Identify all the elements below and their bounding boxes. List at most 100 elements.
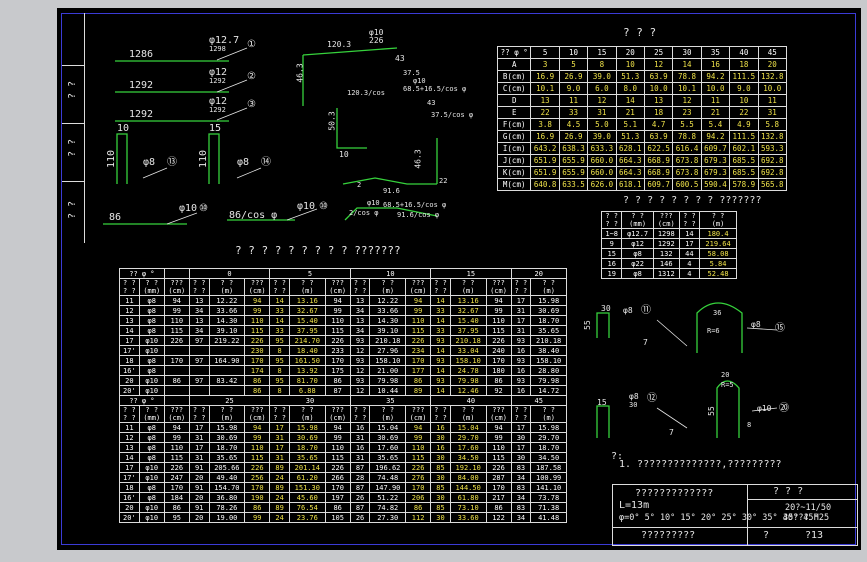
table-cell: 99 (405, 432, 432, 443)
table-cell: 132.8 (757, 70, 788, 83)
table-cell: 110 (485, 315, 512, 326)
table-cell: 95 (269, 375, 290, 386)
table-cell: 33 (269, 305, 290, 316)
table-cell: 61.80 (449, 492, 487, 503)
table-cell: C(cm) (496, 82, 532, 95)
table-cell: 158.10 (449, 355, 487, 366)
table-cell: 105 (324, 512, 351, 523)
circle-3: ③ (247, 99, 256, 110)
top-table-header-cell: 10 (558, 46, 589, 59)
table-cell: 196.62 (369, 462, 407, 473)
dim-frame-375cos: 37.5/cos φ (431, 111, 474, 119)
table-cell: φ8 (138, 422, 165, 433)
table-cell (208, 365, 246, 376)
table-cell: 679.3 (700, 166, 731, 179)
table-cell: 39.10 (369, 325, 407, 336)
table-cell: 17' (119, 345, 140, 356)
table-cell: 3 (530, 58, 560, 71)
r-dim-20: 20 (721, 371, 730, 379)
table-cell: 4 (678, 268, 701, 279)
table-cell: 93 (510, 335, 532, 346)
table-cell: 18 (119, 355, 140, 366)
table-row: 17' φ10 247 20 49.40 256 24 61.20 266 28 74.48 276 3… (119, 472, 567, 483)
table-cell: 14.30 (369, 315, 407, 326)
table-cell: φ8 (621, 268, 654, 279)
table-cell: 19 (600, 268, 623, 279)
big-table-subheader-cell: ??? (cm) (163, 405, 190, 423)
table-cell: 164.90 (208, 355, 246, 366)
table-cell: 93 (430, 355, 451, 366)
table-cell: 22 (729, 106, 759, 119)
big-table-group-header: 25 (188, 395, 271, 406)
table-row: 20 φ10 86 91 78.26 86 89 76.54 86 87 74.82 86 85 73.1… (119, 502, 567, 513)
table-cell: 664.3 (615, 166, 645, 179)
big-table-top-header-b: ?? φ ° 25 30 35 40 45 (119, 395, 568, 406)
table-cell: 22 (530, 106, 560, 119)
big-table-subheader-cell: ? ? ? ? (510, 405, 532, 423)
table-cell: 74.48 (369, 472, 407, 483)
r-dim-r5: R=5 (721, 381, 734, 389)
table-cell: 15.04 (449, 422, 487, 433)
table-cell: 51.3 (615, 70, 645, 83)
table-cell: 206 (405, 492, 432, 503)
table-cell: 35.65 (530, 325, 567, 336)
table-row: 11 φ8 94 13 12.22 94 14 13.16 94 13 12.22 94 14 13.16… (119, 295, 567, 306)
table-cell: 30 (510, 452, 532, 463)
big-table-subheader-cell: ? ? (m) (288, 405, 326, 423)
table-cell: E (496, 106, 532, 119)
table-cell: 600.5 (672, 178, 702, 191)
table-cell: 234 (405, 345, 432, 356)
dim-frame-463: 46.3 (295, 63, 305, 83)
table-cell: φ8 (138, 442, 165, 453)
table-cell: 87 (349, 482, 371, 493)
table-cell: 26 (349, 512, 371, 523)
r-circle-15: ⑮ (775, 323, 785, 334)
big-table-group-header: 5 (269, 268, 351, 279)
table-cell: 226 (163, 335, 190, 346)
table-cell: 19.00 (208, 512, 246, 523)
table-cell: 34 (510, 492, 532, 503)
table-cell: φ12.7 (621, 228, 654, 239)
table-cell: 10.0 (643, 82, 674, 95)
table-cell: 664.3 (615, 154, 645, 167)
cad-viewport[interactable]: ? ? ? ? ? ? 1286 φ12.7 1298 ① 1292 φ12 1… (57, 8, 861, 550)
table-cell: 15.98 (288, 422, 326, 433)
table-cell: 12 (119, 305, 140, 316)
table-cell: 16 (349, 442, 371, 453)
table-cell: 27.96 (369, 345, 407, 356)
table-cell: 158.10 (530, 355, 567, 366)
table-cell: 86 (485, 375, 512, 386)
table-cell: 86 (244, 385, 271, 396)
table-cell: 266 (324, 472, 351, 483)
title-block: ????????????? L=13m φ=0° 5° 10° 15° 20° … (612, 484, 858, 546)
table-cell: 602.1 (729, 142, 759, 155)
table-cell: 93 (430, 335, 451, 346)
table-cell: 192.10 (449, 462, 487, 473)
dim-frame-6851: 68.5+16.5/cos φ (403, 85, 467, 93)
table-row: 13 φ8 110 13 14.30 110 14 15.40 110 13 14.30 110 14 1… (119, 315, 567, 326)
big-table-subheader: ? ? ? ?? ? (mm)??? (cm)? ? ? ?? ? (m)???… (119, 278, 567, 296)
table-cell: 63.9 (643, 70, 674, 83)
table-cell: 99 (163, 432, 190, 443)
table-cell: 144.50 (449, 482, 487, 493)
table-cell: 95 (269, 355, 290, 366)
big-table-subheader-cell: ??? (cm) (163, 278, 190, 296)
table-cell: 170 (324, 482, 351, 493)
top-table-header-cell: 5 (530, 46, 560, 59)
table-cell: 10 (615, 58, 645, 71)
table-cell: 17 (510, 295, 532, 306)
r-dim-15: 15 (597, 398, 607, 407)
table-cell: 86 (405, 375, 432, 386)
table-cell: 34.50 (530, 452, 567, 463)
table-cell: 161.50 (288, 355, 326, 366)
dim-bar-top1: 1286 (129, 49, 154, 60)
big-table-subheader-cell: ? ? ? ? (119, 405, 140, 423)
table-cell: 170 (405, 482, 432, 493)
dim-hook-r: 15 (209, 123, 222, 134)
big-table-group-header: 15 (430, 268, 512, 279)
table-cell: 86 (485, 502, 512, 513)
table-cell: 16' (119, 365, 140, 376)
table-cell: 15.98 (530, 295, 567, 306)
table-cell: 37.95 (288, 325, 326, 336)
table-cell: 24 (269, 512, 290, 523)
